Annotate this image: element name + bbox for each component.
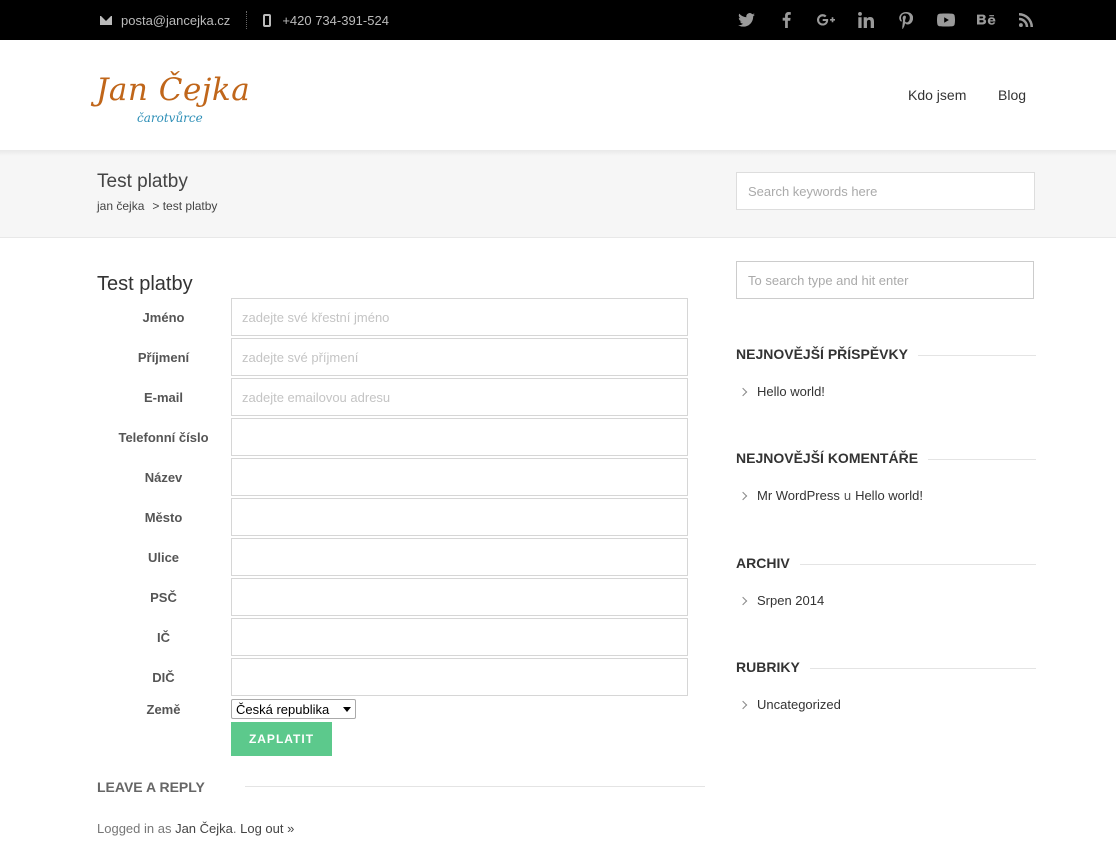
nav-link-kdo-jsem[interactable]: Kdo jsem: [908, 87, 966, 103]
nav-link-blog[interactable]: Blog: [998, 87, 1026, 103]
reply-divider: [245, 786, 705, 787]
site-logo[interactable]: Jan Čejka čarotvůrce: [96, 72, 256, 128]
site-header: Jan Čejka čarotvůrce Kdo jsem Blog: [0, 40, 1116, 150]
chevron-right-icon: [738, 700, 748, 709]
field-row-vat-id: DIČ: [97, 658, 688, 696]
field-row-city: Město: [97, 498, 688, 536]
category-link[interactable]: Uncategorized: [757, 697, 841, 712]
dropdown-arrow-icon: [343, 707, 351, 712]
field-row-first-name: Jméno: [97, 298, 688, 336]
first-name-label: Jméno: [142, 309, 185, 325]
vat-id-label: DIČ: [152, 669, 175, 685]
nav-item-blog[interactable]: Blog: [998, 40, 1026, 150]
twitter-icon[interactable]: [726, 0, 766, 40]
logout-link[interactable]: Log out »: [240, 821, 294, 836]
archive-title: ARCHIV: [736, 555, 800, 571]
linkedin-icon[interactable]: [846, 0, 886, 40]
contact-divider: [246, 11, 248, 29]
recent-post-link[interactable]: Hello world!: [757, 384, 825, 399]
company-id-input[interactable]: [231, 618, 688, 656]
field-row-last-name: Příjmení: [97, 338, 688, 376]
chevron-right-icon: [738, 491, 748, 500]
reply-heading: LEAVE A REPLY: [97, 779, 205, 795]
page-title: Test platby: [97, 171, 188, 192]
nav-item-kdo-jsem[interactable]: Kdo jsem: [908, 40, 966, 150]
pinterest-icon[interactable]: [886, 0, 926, 40]
company-name-label: Název: [144, 469, 183, 485]
list-item: Srpen 2014: [738, 593, 824, 608]
social-links: [726, 0, 1046, 40]
comment-author-link[interactable]: Mr WordPress: [757, 488, 840, 503]
company-name-input[interactable]: [231, 458, 688, 496]
pay-button[interactable]: ZAPLATIT: [231, 722, 332, 756]
field-row-street: Ulice: [97, 538, 688, 576]
street-input[interactable]: [231, 538, 688, 576]
list-item: Uncategorized: [738, 697, 841, 712]
page-title-bar: Test platby jan čejka > test platby: [0, 150, 1116, 238]
logged-in-prefix: Logged in as: [97, 821, 172, 836]
logo-tagline: čarotvůrce: [137, 111, 203, 125]
phone-input[interactable]: [231, 418, 688, 456]
email-label: E-mail: [143, 389, 183, 405]
first-name-input[interactable]: [231, 298, 688, 336]
country-select[interactable]: Česká republika: [231, 699, 356, 719]
phone-label: Telefonní číslo: [118, 429, 209, 445]
street-label: Ulice: [147, 549, 180, 565]
profile-link[interactable]: Jan Čejka: [175, 821, 233, 836]
envelope-icon: [100, 15, 112, 25]
email-text[interactable]: posta@jancejka.cz: [121, 13, 230, 28]
recent-posts-title: NEJNOVĚJŠÍ PŘÍSPĚVKY: [736, 346, 918, 362]
email-contact[interactable]: posta@jancejka.cz: [100, 13, 230, 28]
recent-comments-title: NEJNOVĚJŠÍ KOMENTÁŘE: [736, 450, 929, 466]
phone-contact[interactable]: +420 734-391-524: [263, 13, 389, 28]
country-label: Země: [146, 701, 181, 717]
contact-info: posta@jancejka.cz +420 734-391-524: [100, 0, 389, 40]
breadcrumb: jan čejka > test platby: [97, 199, 221, 213]
top-bar: posta@jancejka.cz +420 734-391-524: [0, 0, 1116, 40]
form-title: Test platby: [97, 273, 193, 295]
field-row-company-id: IČ: [97, 618, 688, 656]
email-input[interactable]: [231, 378, 688, 416]
last-name-label: Příjmení: [137, 349, 190, 365]
comment-post-link[interactable]: Hello world!: [855, 488, 923, 503]
country-selected-value: Česká republika: [236, 701, 330, 717]
chevron-right-icon: [738, 596, 748, 605]
youtube-icon[interactable]: [926, 0, 966, 40]
mobile-phone-icon: [263, 13, 272, 27]
field-row-postal-code: PSČ: [97, 578, 688, 616]
chevron-right-icon: [738, 387, 748, 396]
list-item: Hello world!: [738, 384, 825, 399]
field-row-phone: Telefonní číslo: [97, 418, 688, 456]
facebook-icon[interactable]: [766, 0, 806, 40]
postal-code-input[interactable]: [231, 578, 688, 616]
postal-code-label: PSČ: [150, 589, 177, 605]
phone-text[interactable]: +420 734-391-524: [282, 13, 389, 28]
archive-link[interactable]: Srpen 2014: [757, 593, 824, 608]
header-search-input[interactable]: [736, 172, 1035, 210]
last-name-input[interactable]: [231, 338, 688, 376]
breadcrumb-current: > test platby: [152, 199, 218, 213]
field-row-email: E-mail: [97, 378, 688, 416]
google-plus-icon[interactable]: [806, 0, 846, 40]
logo-name: Jan Čejka: [96, 72, 251, 108]
field-row-company-name: Název: [97, 458, 688, 496]
rss-icon[interactable]: [1006, 0, 1046, 40]
city-label: Město: [144, 509, 183, 525]
vat-id-input[interactable]: [231, 658, 688, 696]
behance-icon[interactable]: [966, 0, 1006, 40]
sidebar-search-input[interactable]: [736, 261, 1034, 299]
comment-connector: u: [843, 488, 852, 503]
city-input[interactable]: [231, 498, 688, 536]
list-item: Mr WordPress u Hello world!: [738, 488, 923, 503]
categories-title: RUBRIKY: [736, 659, 810, 675]
breadcrumb-home[interactable]: jan čejka: [97, 199, 144, 213]
company-id-label: IČ: [157, 629, 170, 645]
logged-in-notice: Logged in as Jan Čejka. Log out »: [97, 821, 295, 836]
